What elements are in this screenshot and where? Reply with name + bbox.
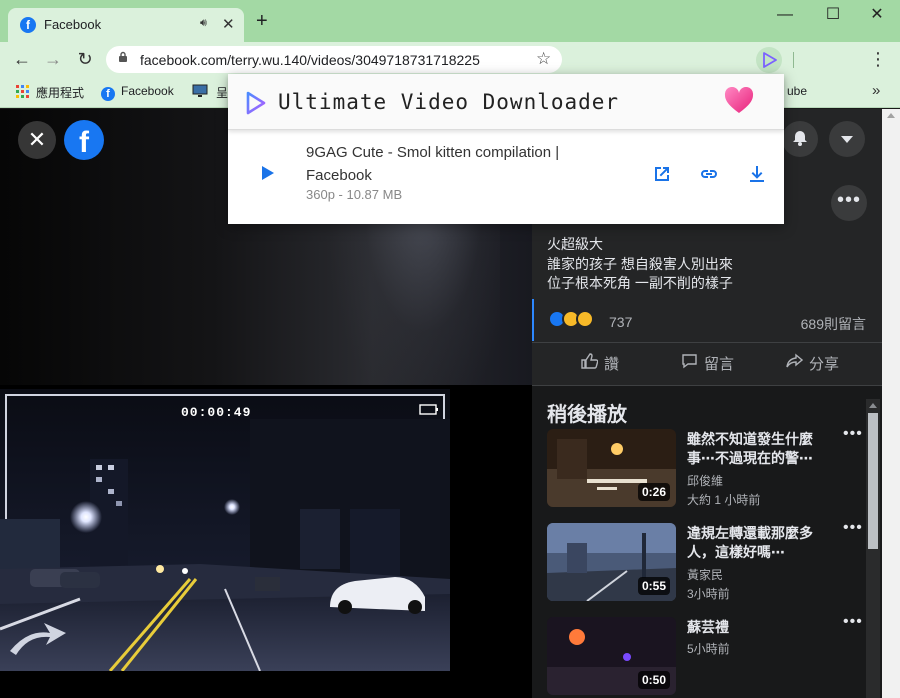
video-title[interactable]: 蘇芸禮: [687, 618, 837, 637]
video-time: 3小時前: [687, 587, 730, 601]
bookmark-star-icon[interactable]: ☆: [536, 49, 551, 69]
wow-reaction-icon: [576, 310, 594, 328]
download-icon[interactable]: [745, 162, 769, 186]
video-time: 大約 1 小時前: [687, 493, 761, 507]
bookmark-label: 應用程式: [36, 86, 85, 100]
video-thumbnail[interactable]: 0:50: [547, 617, 676, 695]
video-author[interactable]: 邱俊維: [687, 472, 723, 489]
video-author[interactable]: 黃家民: [687, 566, 723, 583]
toolbar: ← → ↻ facebook.com/terry.wu.140/videos/3…: [0, 42, 900, 76]
forward-arrow-icon[interactable]: →: [41, 47, 65, 71]
watch-later-video-card[interactable]: 0:50 蘇芸禮 5小時前 •••: [547, 613, 877, 697]
scroll-up-arrow-icon[interactable]: [869, 403, 877, 408]
scrollbar-thumb[interactable]: [868, 413, 878, 549]
post-options-button[interactable]: •••: [831, 185, 867, 221]
bookmark-youtube-partial[interactable]: ube: [787, 84, 807, 98]
close-window-button[interactable]: ✕: [862, 5, 892, 25]
bookmark-partial[interactable]: 呈: [216, 84, 228, 101]
account-menu-caret-icon[interactable]: [829, 121, 865, 157]
video-duration: 0:50: [637, 671, 670, 689]
watch-later-video-card[interactable]: 0:55 違規左轉還載那麼多人，這樣好嗎⋯ 黃家民 3小時前 •••: [547, 519, 877, 603]
browser-menu-icon[interactable]: ⋮: [868, 50, 888, 68]
lock-icon: [118, 51, 128, 66]
close-video-button[interactable]: ✕: [18, 121, 56, 159]
watch-later-video-card[interactable]: 0:26 雖然不知道發生什麼事⋯不過現在的警⋯ 邱俊維 大約 1 小時前 •••: [547, 425, 877, 509]
video-thumbnail[interactable]: 0:55: [547, 523, 676, 601]
thumbs-up-icon: [581, 353, 599, 374]
popup-title: Ultimate Video Downloader: [278, 90, 620, 114]
comment-icon: [681, 353, 698, 374]
notifications-bell-icon[interactable]: [782, 121, 818, 157]
bookmark-monitor[interactable]: [192, 84, 212, 99]
apps-grid-icon: [16, 85, 30, 99]
heart-icon[interactable]: [724, 87, 754, 115]
comment-count[interactable]: 689則留言: [801, 314, 866, 334]
watch-later-scrollbar[interactable]: [866, 399, 880, 698]
tab-facebook[interactable]: f Facebook 🔊︎ ✕: [8, 8, 244, 42]
bookmark-facebook[interactable]: f Facebook: [101, 84, 174, 101]
audio-playing-icon[interactable]: 🔊︎: [200, 17, 207, 30]
divider: [532, 342, 882, 343]
share-label: 分享: [809, 356, 840, 373]
page-scrollbar[interactable]: [882, 109, 900, 698]
close-tab-icon[interactable]: ✕: [222, 15, 235, 33]
stats-focus-indicator: [532, 299, 534, 341]
scroll-up-arrow-icon[interactable]: [887, 113, 895, 118]
post-text-line: 位子根本死角 一副不削的樣子: [547, 275, 733, 291]
address-bar[interactable]: facebook.com/terry.wu.140/videos/3049718…: [106, 46, 562, 73]
post-text-line: 火超級大: [547, 236, 603, 252]
url-text: facebook.com/terry.wu.140/videos/3049718…: [140, 52, 480, 68]
downloader-logo-icon: [246, 91, 266, 115]
video-title[interactable]: 違規左轉還載那麼多人，這樣好嗎⋯: [687, 524, 837, 562]
facebook-logo-icon[interactable]: f: [64, 120, 104, 160]
reaction-count[interactable]: 737: [609, 314, 632, 330]
reload-icon[interactable]: ↻: [73, 47, 97, 71]
facebook-favicon-icon: f: [20, 17, 36, 33]
video-options-button[interactable]: •••: [843, 613, 863, 631]
video-downloader-popup: Ultimate Video Downloader 9GAG Cute - Sm…: [228, 74, 784, 224]
minimize-button[interactable]: —: [770, 5, 800, 25]
bookmarks-more-button[interactable]: »: [872, 82, 880, 99]
like-label: 讚: [604, 356, 620, 373]
video-downloader-extension-icon[interactable]: [756, 47, 782, 73]
watch-later-title: 稍後播放: [547, 404, 627, 426]
maximize-button[interactable]: ☐: [818, 5, 848, 25]
tab-title: Facebook: [44, 17, 102, 32]
comment-button[interactable]: 留言: [681, 353, 734, 374]
watch-later-section: 稍後播放 0:26 雖然不知道發生什麼事⋯不過現在的警⋯ 邱俊維 大約 1 小時…: [532, 386, 882, 698]
like-button[interactable]: 讚: [581, 353, 619, 374]
bookmark-label: Facebook: [121, 84, 174, 98]
browser-window: f Facebook 🔊︎ ✕ + — ☐ ✕ ← → ↻ facebook.c…: [0, 0, 900, 698]
popup-video-title: 9GAG Cute - Smol kitten compilation | Fa…: [306, 144, 560, 184]
post-text-line: 誰家的孩子 想自殺害人別出來: [547, 256, 733, 272]
video-options-button[interactable]: •••: [843, 425, 863, 443]
video-duration: 0:55: [637, 577, 670, 595]
facebook-icon: f: [101, 87, 115, 101]
share-button[interactable]: 分享: [786, 353, 839, 374]
toolbar-separator: [793, 52, 794, 68]
back-arrow-icon[interactable]: ←: [10, 47, 34, 71]
monitor-icon: [192, 84, 208, 98]
popup-header: Ultimate Video Downloader: [228, 74, 784, 130]
new-tab-button[interactable]: +: [256, 11, 268, 31]
video-duration: 0:26: [637, 483, 670, 501]
video-author[interactable]: 5小時前: [687, 640, 730, 657]
popup-video-meta: 360p - 10.87 MB: [306, 187, 403, 202]
video-thumbnail[interactable]: 0:26: [547, 429, 676, 507]
share-icon: [786, 353, 804, 374]
comment-label: 留言: [704, 356, 735, 373]
video-timestamp: 00:00:49: [181, 405, 252, 420]
dashcam-video-frame: [0, 389, 450, 671]
tab-bar: f Facebook 🔊︎ ✕ + — ☐ ✕: [0, 0, 900, 42]
video-options-button[interactable]: •••: [843, 519, 863, 537]
open-external-icon[interactable]: [650, 162, 674, 186]
copy-link-icon[interactable]: [697, 162, 721, 186]
bookmark-apps[interactable]: 應用程式: [16, 84, 84, 101]
video-title[interactable]: 雖然不知道發生什麼事⋯不過現在的警⋯: [687, 430, 837, 468]
play-video-icon[interactable]: [262, 166, 274, 180]
